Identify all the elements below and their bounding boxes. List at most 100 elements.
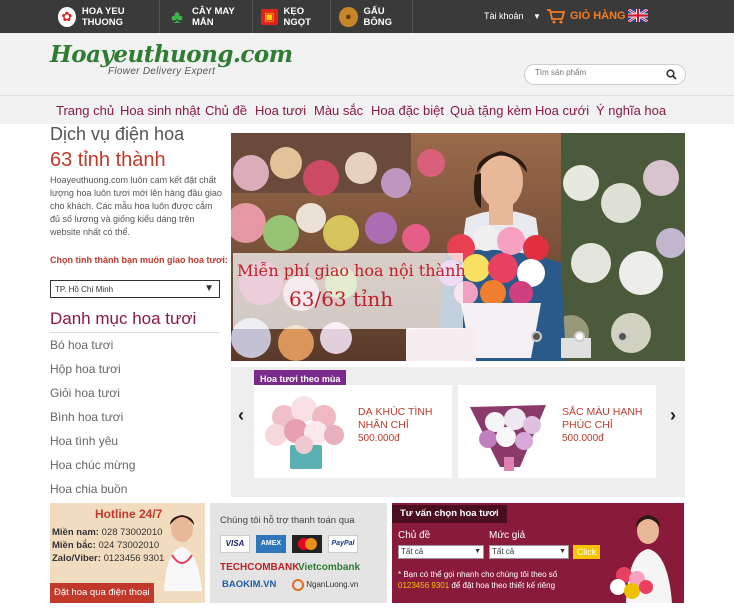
- topic-label: Chủ đề: [398, 530, 431, 541]
- nav-item-qua-tang-kem[interactable]: Quà tặng kèm: [450, 103, 532, 118]
- search-box[interactable]: [524, 64, 686, 85]
- site-link-keongot[interactable]: ▣ KẸO NGỌT: [253, 0, 331, 33]
- flower-icon: ✿: [58, 6, 76, 27]
- click-button[interactable]: Click: [573, 545, 600, 559]
- main-nav: Trang chủ Hoa sinh nhật Chủ đề Hoa tươi …: [0, 95, 734, 124]
- gift-icon: ▣: [261, 8, 278, 25]
- baokim-logo: BAOKIM.VN: [222, 579, 277, 590]
- price-label: Mức giá: [489, 530, 526, 541]
- product-name[interactable]: SẮC MÀU HẠNH PHÚC CHỈ: [562, 406, 652, 432]
- service-count: 63 tỉnh thành: [50, 149, 166, 171]
- nav-item-hoa-dac-biet[interactable]: Hoa đặc biệt: [371, 103, 444, 118]
- hotline-box: Hotline 24/7 Miền nam: 028 73002010 Miền…: [50, 503, 205, 603]
- category-item[interactable]: Bình hoa tươi: [50, 410, 220, 424]
- hero-banner[interactable]: Miễn phí giao hoa nội thành 63/63 tỉnh: [231, 133, 685, 361]
- mastercard-icon: [292, 535, 322, 553]
- advice-note-text: * Bạn có thể gọi nhanh cho chúng tôi the…: [398, 570, 558, 579]
- payment-box: Chúng tôi hỗ trợ thanh toán qua VISA AME…: [210, 503, 387, 603]
- slider-dot[interactable]: [531, 331, 542, 342]
- hotline-row: Zalo/Viber: 0123456 9301: [52, 553, 164, 564]
- advice-note: * Bạn có thể gọi nhanh cho chúng tôi the…: [398, 569, 568, 591]
- category-item[interactable]: Hoa chia buồn: [50, 482, 220, 496]
- service-description: Hoayeuthuong.com luôn cam kết đặt chất l…: [50, 175, 222, 237]
- site-link-gaubong[interactable]: ● GẤU BÔNG: [331, 0, 413, 33]
- site-link-hoayeuthuong[interactable]: ✿ HOA YEU THUONG: [50, 0, 160, 33]
- advice-note-phone[interactable]: 0123456 9301: [398, 581, 449, 590]
- cart-button[interactable]: GIỎ HÀNG: [546, 8, 626, 24]
- clover-icon: ♣: [171, 6, 183, 27]
- category-item[interactable]: Hoa chúc mừng: [50, 458, 220, 472]
- advice-title: Tư vấn chọn hoa tươi: [392, 505, 507, 523]
- site-link-label: GẤU BÔNG: [363, 5, 393, 28]
- chevron-down-icon: ▼: [204, 283, 214, 294]
- cart-label: GIỎ HÀNG: [570, 10, 626, 22]
- uk-flag-icon[interactable]: [628, 9, 648, 22]
- nav-item-y-nghia-hoa[interactable]: Ý nghĩa hoa: [596, 103, 666, 118]
- bear-icon: ●: [339, 6, 358, 27]
- nav-item-hoa-cuoi[interactable]: Hoa cưới: [535, 103, 589, 118]
- site-link-label: KẸO NGỌT: [283, 5, 311, 28]
- chevron-down-icon: ▼: [474, 548, 481, 555]
- category-item[interactable]: Giỏi hoa tươi: [50, 386, 220, 400]
- chevron-down-icon: ▼: [559, 548, 566, 555]
- hotline-row: Miền bắc: 024 73002010: [52, 540, 159, 551]
- hotline-row: Miền nam: 028 73002010: [52, 527, 162, 538]
- hotline-phone[interactable]: 0123456 9301: [104, 553, 165, 564]
- city-select[interactable]: TP. Hồ Chí Minh ▼: [50, 280, 220, 298]
- banner-headline: Miễn phí giao hoa nội thành: [237, 261, 466, 280]
- chevron-down-icon: ▼: [533, 12, 541, 21]
- site-link-label: HOA YEU THUONG: [81, 5, 125, 28]
- nav-item-hoa-sinh-nhat[interactable]: Hoa sinh nhật: [120, 103, 200, 118]
- account-label: Tài khoản: [484, 11, 524, 21]
- prev-arrow-icon[interactable]: ‹: [238, 405, 244, 426]
- hotline-title: Hotline 24/7: [95, 507, 163, 521]
- nganluong-logo: NganLuong.vn: [292, 579, 358, 591]
- price-select-value: Tất cả: [492, 547, 515, 556]
- slider-dot[interactable]: [574, 331, 585, 342]
- call-order-button[interactable]: Đặt hoa qua điện thoại: [50, 583, 154, 603]
- operator-photo: [164, 515, 202, 591]
- visa-icon: VISA: [220, 535, 250, 553]
- account-menu[interactable]: Tài khoản ▼: [484, 11, 541, 21]
- product-image: [256, 387, 352, 475]
- hotline-label: Zalo/Viber:: [52, 553, 101, 564]
- seasonal-products: Hoa tươi theo mùa ‹ › DẠ KHÚC TÌNH NHÂN …: [231, 367, 685, 497]
- advice-note-text: để đặt hoa theo thiết kế riêng: [449, 581, 556, 590]
- site-logo[interactable]: Hoayeuthuong.com Flower Delivery Expert: [50, 41, 293, 77]
- next-arrow-icon[interactable]: ›: [670, 405, 676, 426]
- advice-box: Tư vấn chọn hoa tươi Chủ đề Mức giá Tất …: [392, 503, 684, 603]
- category-item[interactable]: Bó hoa tươi: [50, 338, 220, 352]
- vietcombank-logo: Vietcombank: [298, 562, 361, 573]
- hotline-label: Miền bắc:: [52, 540, 96, 551]
- price-select[interactable]: Tất cả ▼: [489, 545, 569, 559]
- florist-photo: [610, 515, 672, 603]
- nav-item-mau-sac[interactable]: Màu sắc: [314, 103, 363, 118]
- search-icon[interactable]: [666, 69, 677, 80]
- hotline-phone[interactable]: 024 73002010: [98, 540, 159, 551]
- nav-item-chu-de[interactable]: Chủ đề: [205, 103, 247, 118]
- topic-select[interactable]: Tất cả ▼: [398, 545, 484, 559]
- category-item[interactable]: Hộp hoa tươi: [50, 362, 220, 376]
- category-item[interactable]: Hoa tình yêu: [50, 434, 220, 448]
- nganluong-label: NganLuong.vn: [306, 580, 359, 590]
- product-card[interactable]: DẠ KHÚC TÌNH NHÂN CHỈ 500.000đ: [254, 385, 452, 478]
- site-link-label: CÂY MAY MẮN: [191, 5, 235, 28]
- search-input[interactable]: [535, 68, 655, 77]
- nav-item-trang-chu[interactable]: Trang chủ: [56, 103, 114, 118]
- header: Hoayeuthuong.com Flower Delivery Expert: [0, 33, 734, 95]
- banner-subheadline: 63/63 tỉnh: [289, 287, 394, 311]
- amex-icon: AMEX: [256, 535, 286, 553]
- city-select-value: TP. Hồ Chí Minh: [55, 285, 114, 294]
- product-price: 500.000đ: [562, 433, 604, 444]
- product-name[interactable]: DẠ KHÚC TÌNH NHÂN CHỈ: [358, 406, 448, 432]
- choose-city-label: Chọn tỉnh thành bạn muốn giao hoa tươi:: [50, 255, 228, 265]
- product-card[interactable]: SẮC MÀU HẠNH PHÚC CHỈ 500.000đ: [458, 385, 656, 478]
- slider-dot[interactable]: [617, 331, 628, 342]
- hotline-phone[interactable]: 028 73002010: [102, 527, 163, 538]
- payment-title: Chúng tôi hỗ trợ thanh toán qua: [220, 515, 355, 526]
- nav-item-hoa-tuoi[interactable]: Hoa tươi: [255, 103, 306, 118]
- top-bar: ✿ HOA YEU THUONG ♣ CÂY MAY MẮN ▣ KẸO NGỌ…: [0, 0, 734, 33]
- logo-text: Hoayeuthuong.com: [50, 41, 293, 68]
- site-link-caymayman[interactable]: ♣ CÂY MAY MẮN: [160, 0, 253, 33]
- cart-icon: [547, 9, 566, 24]
